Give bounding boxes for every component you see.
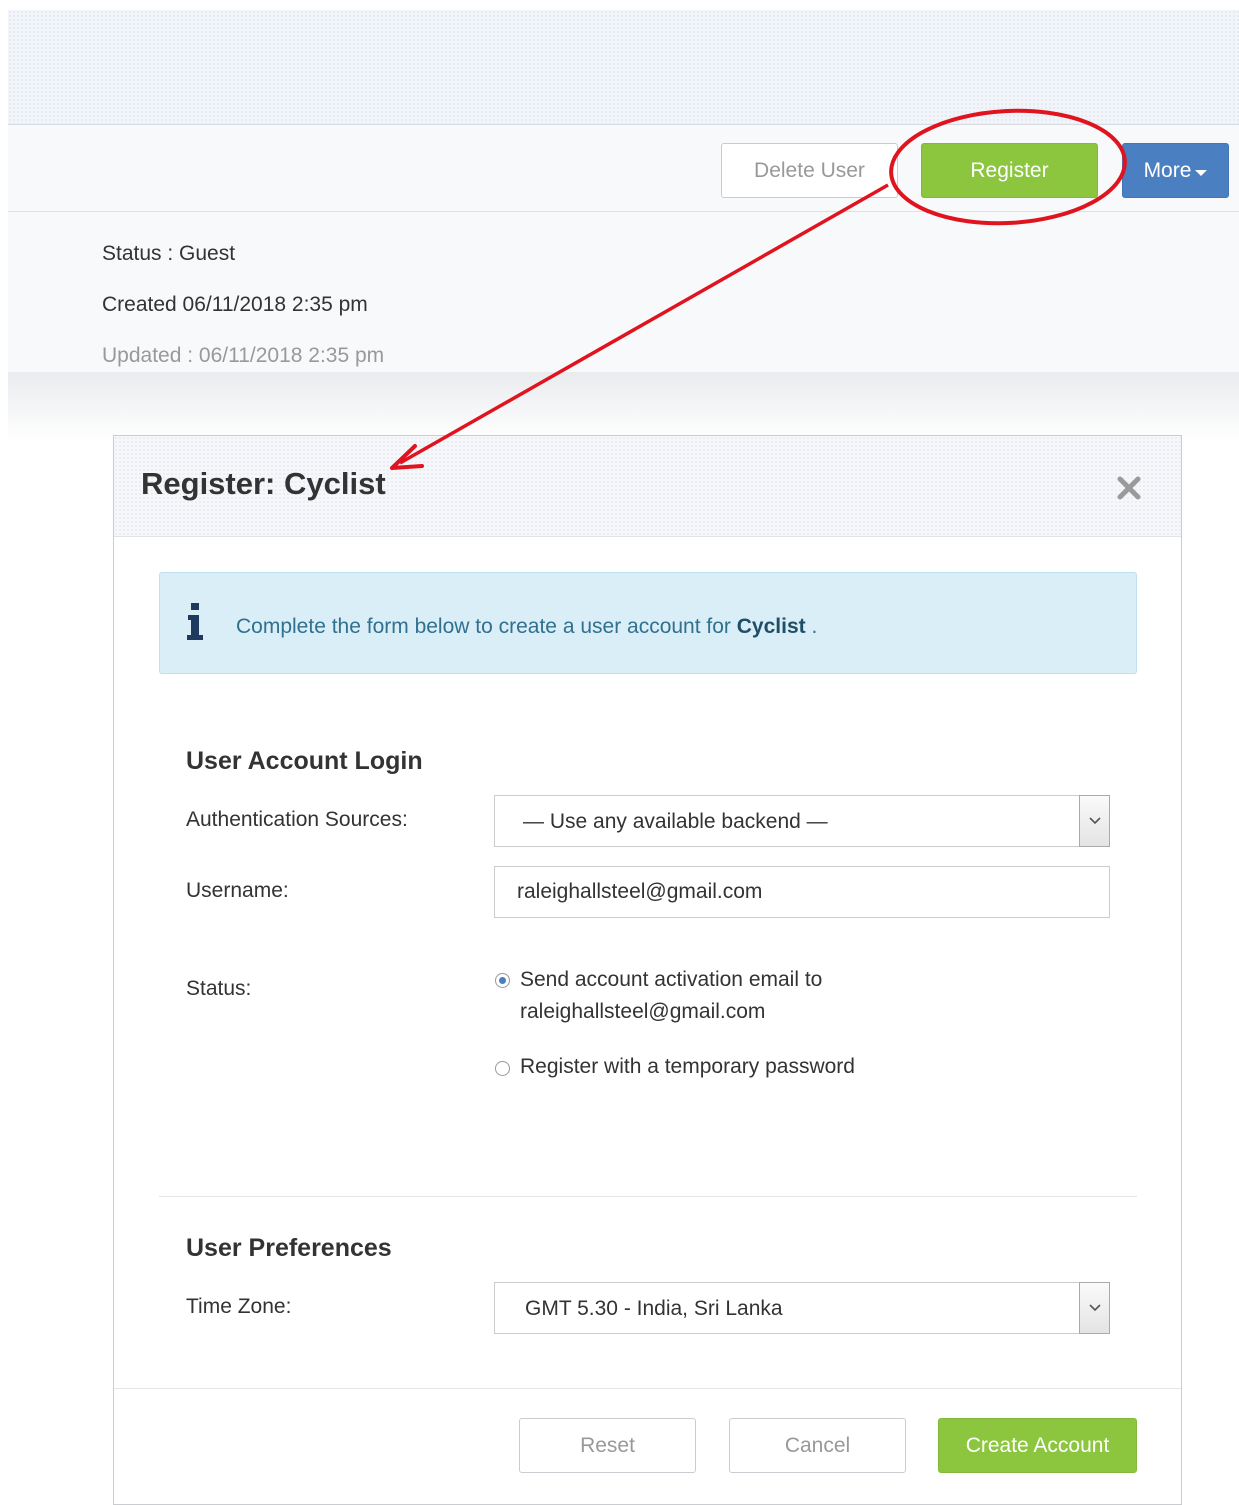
info-alert: Complete the form below to create a user… xyxy=(159,572,1137,674)
section-divider xyxy=(159,1196,1137,1197)
auth-sources-value: — Use any available backend — xyxy=(523,810,828,833)
alert-user-name: Cyclist xyxy=(736,615,806,638)
dialog-title: Register: Cyclist xyxy=(141,466,386,501)
timezone-label: Time Zone: xyxy=(186,1295,292,1318)
username-input[interactable] xyxy=(494,866,1110,918)
auth-sources-select[interactable]: — Use any available backend — xyxy=(494,795,1110,847)
login-section-title: User Account Login xyxy=(186,747,423,775)
cancel-button[interactable]: Cancel xyxy=(729,1418,906,1473)
activation-email-option-label[interactable]: Send account activation email to raleigh… xyxy=(520,964,822,1028)
register-button[interactable]: Register xyxy=(921,143,1098,198)
create-account-button[interactable]: Create Account xyxy=(938,1418,1137,1473)
register-dialog: Register: Cyclist Complete the form belo… xyxy=(113,435,1182,1505)
activation-email-radio[interactable] xyxy=(495,973,510,988)
more-dropdown-button[interactable]: More xyxy=(1122,143,1229,198)
temporary-password-option-label[interactable]: Register with a temporary password xyxy=(520,1051,855,1083)
updated-date-text: Updated : 06/11/2018 2:35 pm xyxy=(102,344,385,367)
alert-text-end: . xyxy=(805,615,818,638)
preferences-section-title: User Preferences xyxy=(186,1234,392,1262)
alert-message: Complete the form below to create a user… xyxy=(236,615,817,639)
dialog-footer-divider xyxy=(114,1388,1181,1389)
delete-user-button[interactable]: Delete User xyxy=(721,143,898,198)
torn-edge-divider xyxy=(8,372,1239,442)
close-icon[interactable] xyxy=(1115,474,1143,502)
dialog-header: Register: Cyclist xyxy=(114,436,1181,537)
activation-email-line1: Send account activation email to xyxy=(520,968,823,991)
top-banner xyxy=(8,10,1239,125)
chevron-down-icon[interactable] xyxy=(1079,795,1110,847)
user-status-text: Status : Guest xyxy=(102,242,236,265)
username-label: Username: xyxy=(186,879,289,902)
more-label: More xyxy=(1143,158,1192,182)
caret-down-icon xyxy=(1195,169,1208,176)
status-label: Status: xyxy=(186,977,252,1000)
temporary-password-radio[interactable] xyxy=(495,1061,510,1076)
timezone-value: GMT 5.30 - India, Sri Lanka xyxy=(525,1297,783,1320)
reset-button[interactable]: Reset xyxy=(519,1418,696,1473)
timezone-select[interactable]: GMT 5.30 - India, Sri Lanka xyxy=(494,1282,1110,1334)
auth-sources-label: Authentication Sources: xyxy=(186,808,408,831)
activation-email-line2: raleighallsteel@gmail.com xyxy=(520,1000,766,1023)
alert-text: Complete the form below to create a user… xyxy=(236,615,737,638)
created-date-text: Created 06/11/2018 2:35 pm xyxy=(102,293,368,316)
chevron-down-icon[interactable] xyxy=(1079,1282,1110,1334)
info-icon xyxy=(187,603,203,640)
